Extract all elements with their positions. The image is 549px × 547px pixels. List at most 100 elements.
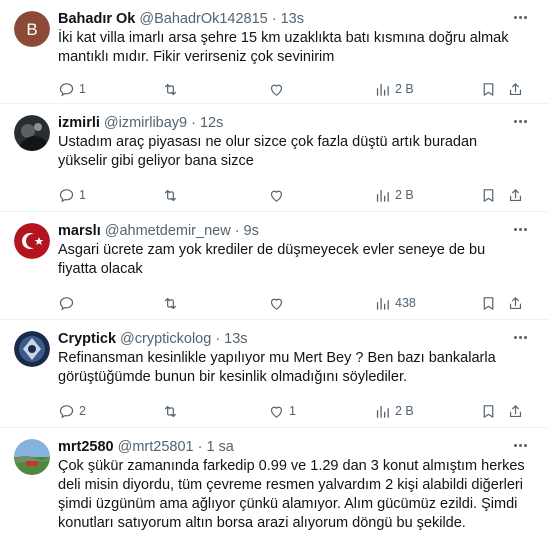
like-icon	[270, 84, 283, 96]
tweet-header: Bahadır Ok @BahadrOk142815 · 13s	[58, 9, 537, 29]
reply-icon	[59, 82, 74, 96]
share-button[interactable]	[507, 403, 524, 420]
display-name[interactable]: mrt2580	[58, 437, 114, 457]
avatar[interactable]: B	[14, 11, 50, 47]
bookmark-icon	[483, 188, 494, 202]
tweet[interactable]: Cryptick @cryptickolog · 13s Refinansman…	[0, 320, 549, 428]
action-bar: 2 1 2 B	[58, 393, 537, 429]
avatar[interactable]	[14, 439, 50, 475]
views-count: 2 B	[395, 404, 414, 418]
more-icon[interactable]	[509, 8, 531, 26]
views-icon	[376, 405, 389, 418]
tweet-header: izmirli @izmirlibay9 · 12s	[58, 113, 537, 133]
like-button[interactable]: 1	[268, 403, 296, 420]
avatar-letter: B	[26, 20, 37, 39]
reply-count: 2	[79, 404, 86, 418]
bookmark-button[interactable]	[480, 187, 497, 204]
like-count: 1	[289, 404, 296, 418]
like-button[interactable]	[268, 295, 289, 312]
display-name[interactable]: Cryptick	[58, 329, 116, 349]
avatar[interactable]	[14, 115, 50, 151]
views-count: 438	[395, 296, 416, 310]
share-button[interactable]	[507, 81, 524, 98]
share-icon	[509, 188, 522, 201]
tweet[interactable]: marslı @ahmetdemir_new · 9s Asgari ücret…	[0, 212, 549, 320]
views-button[interactable]: 2 B	[374, 81, 414, 98]
views-button[interactable]: 2 B	[374, 403, 414, 420]
tweet-text: Çok şükür zamanında farkedip 0.99 ve 1.2…	[58, 458, 525, 531]
reply-button[interactable]: 2	[58, 403, 86, 420]
views-button[interactable]: 2 B	[374, 187, 414, 204]
reply-icon	[59, 188, 74, 202]
retweet-button[interactable]	[162, 187, 183, 204]
bookmark-button[interactable]	[480, 403, 497, 420]
display-name[interactable]: marslı	[58, 221, 101, 241]
bookmark-icon	[483, 296, 494, 310]
user-handle[interactable]: @ahmetdemir_new	[105, 221, 231, 241]
tweet[interactable]: izmirli @izmirlibay9 · 12s Ustadım araç …	[0, 104, 549, 212]
retweet-button[interactable]	[162, 295, 183, 312]
like-icon	[270, 298, 283, 310]
reply-button[interactable]: 1	[58, 81, 86, 98]
separator-dot: ·	[271, 11, 277, 27]
views-count: 2 B	[395, 188, 414, 202]
views-icon	[376, 189, 389, 202]
bookmark-button[interactable]	[480, 295, 497, 312]
retweet-button[interactable]	[162, 403, 183, 420]
user-handle[interactable]: @mrt25801	[118, 437, 194, 457]
bookmark-button[interactable]	[480, 81, 497, 98]
views-button[interactable]: 438	[374, 295, 416, 312]
tweet[interactable]: mrt2580 @mrt25801 · 1 sa Çok şükür zaman…	[0, 428, 549, 547]
timestamp[interactable]: 13s	[224, 329, 247, 349]
action-bar: 1 2 B	[58, 71, 537, 107]
user-handle[interactable]: @izmirlibay9	[104, 113, 187, 133]
reply-button[interactable]	[58, 295, 79, 312]
tweet-text: İki kat villa imarlı arsa şehre 15 km uz…	[58, 30, 509, 65]
share-icon	[509, 296, 522, 309]
timestamp[interactable]: 9s	[244, 221, 259, 241]
tweet-text: Ustadım araç piyasası ne olur sizce çok …	[58, 134, 478, 169]
views-icon	[376, 83, 389, 96]
views-count: 2 B	[395, 82, 414, 96]
tweet-header: Cryptick @cryptickolog · 13s	[58, 329, 537, 349]
more-icon[interactable]	[509, 220, 531, 238]
separator-dot: ·	[215, 331, 221, 347]
action-bar: 1 2 B	[58, 177, 537, 213]
like-icon	[270, 406, 283, 418]
share-icon	[509, 82, 522, 95]
tweet-header: mrt2580 @mrt25801 · 1 sa	[58, 437, 537, 457]
user-handle[interactable]: @cryptickolog	[120, 329, 211, 349]
avatar[interactable]	[14, 223, 50, 259]
tweet[interactable]: B Bahadır Ok @BahadrOk142815 · 13s İki k…	[0, 0, 549, 104]
timestamp[interactable]: 1 sa	[206, 437, 233, 457]
like-icon	[270, 190, 283, 202]
reply-count: 1	[79, 188, 86, 202]
share-button[interactable]	[507, 187, 524, 204]
timestamp[interactable]: 12s	[200, 113, 223, 133]
user-handle[interactable]: @BahadrOk142815	[139, 9, 267, 29]
timestamp[interactable]: 13s	[281, 9, 304, 29]
like-button[interactable]	[268, 81, 289, 98]
action-bar: 438	[58, 285, 537, 321]
bookmark-icon	[483, 82, 494, 96]
more-icon[interactable]	[509, 436, 531, 454]
retweet-button[interactable]	[162, 81, 183, 98]
retweet-icon	[164, 83, 177, 95]
share-button[interactable]	[507, 295, 524, 312]
reply-button[interactable]: 1	[58, 187, 86, 204]
retweet-icon	[164, 297, 177, 309]
separator-dot: ·	[197, 439, 203, 455]
tweet-text: Refinansman kesinlikle yapılıyor mu Mert…	[58, 350, 496, 385]
timeline-feed: B Bahadır Ok @BahadrOk142815 · 13s İki k…	[0, 0, 549, 547]
reply-icon	[59, 296, 74, 310]
views-icon	[376, 297, 389, 310]
like-button[interactable]	[268, 187, 289, 204]
more-icon[interactable]	[509, 112, 531, 130]
display-name[interactable]: Bahadır Ok	[58, 9, 135, 29]
share-icon	[509, 404, 522, 417]
retweet-icon	[164, 405, 177, 417]
avatar[interactable]	[14, 331, 50, 367]
more-icon[interactable]	[509, 328, 531, 346]
reply-icon	[59, 404, 74, 418]
display-name[interactable]: izmirli	[58, 113, 100, 133]
